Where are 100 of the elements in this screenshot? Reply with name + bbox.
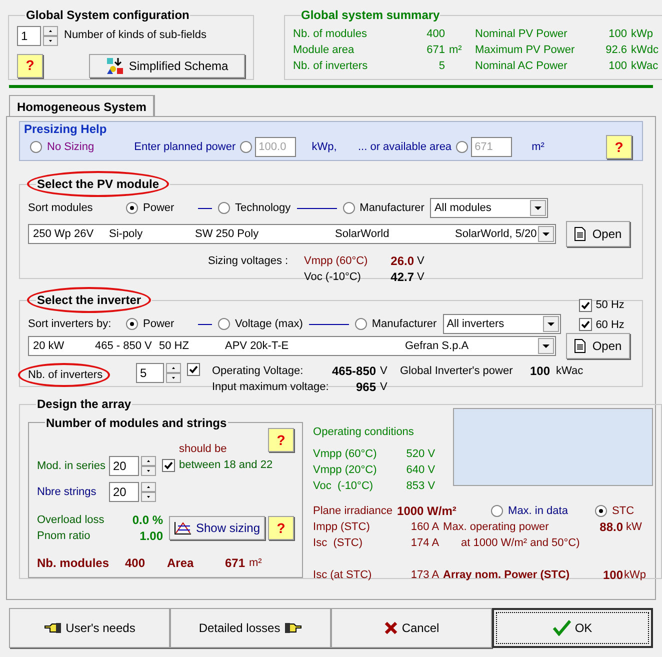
summary-label: Maximum PV Power — [475, 42, 576, 58]
spin-field[interactable]: 1 — [17, 26, 41, 46]
unit-label: kWp, — [312, 140, 338, 155]
ratio-label: Overload loss — [37, 513, 106, 528]
summary-title: Global system summary — [301, 8, 440, 22]
condition-value: 640 V — [405, 462, 436, 478]
section-title: Select the PV module — [27, 171, 170, 197]
summary-value: 100 — [608, 26, 627, 42]
unit-label: V — [416, 254, 426, 269]
help-button[interactable]: ? — [17, 54, 43, 78]
spin-arrows-icon[interactable] — [43, 26, 58, 46]
power-label: Global Inverter's power — [400, 364, 514, 379]
radio-button[interactable] — [126, 318, 138, 330]
summary-label: Nb. of modules — [293, 26, 368, 42]
dialog-button[interactable]: Cancel — [331, 608, 492, 648]
presizing-title: Presizing Help — [24, 122, 108, 136]
selection-dropdown[interactable]: 20 kW 465 - 850 V 50 HZ APV 20k-T-E Gefran S.p.A — [28, 336, 556, 356]
summary-value: 5 — [438, 58, 445, 74]
summary-label: Nb. of inverters — [293, 58, 369, 74]
filter-dropdown[interactable]: All inverters — [442, 314, 561, 334]
check-icon — [552, 620, 571, 636]
checkbox[interactable] — [578, 318, 592, 332]
spin-arrows-icon[interactable] — [166, 363, 181, 383]
total-label: Area — [167, 555, 195, 572]
current-value: 173 A — [410, 568, 440, 582]
checkbox[interactable] — [578, 298, 592, 312]
summary-value: 92.6 — [604, 42, 627, 58]
total-value: 400 — [124, 555, 145, 572]
radio-button[interactable] — [218, 318, 230, 330]
ratio-label: Pnom ratio — [37, 529, 92, 544]
sizing-label: Sizing voltages : — [208, 254, 290, 269]
radio-label: STC — [612, 504, 634, 518]
radio-button[interactable] — [342, 202, 355, 214]
chart-icon — [174, 521, 192, 535]
spin-arrows-icon[interactable] — [141, 456, 156, 476]
pointing-hand-icon — [44, 622, 62, 634]
checkbox[interactable] — [162, 458, 175, 472]
radio-button[interactable] — [491, 504, 504, 516]
condition-value: 520 V — [405, 446, 436, 462]
checkbox[interactable] — [187, 363, 200, 376]
sort-label: Sort modules — [28, 200, 94, 216]
total-value: 671 — [224, 555, 245, 572]
unit-label: kWp — [630, 26, 654, 42]
section-title: Global System configuration — [26, 7, 190, 24]
summary-label: Nominal PV Power — [475, 26, 568, 42]
radio-label: Max. in data — [508, 504, 568, 518]
radio-label: Power — [143, 316, 174, 332]
series-label: Mod. in series — [37, 458, 106, 474]
open-button[interactable]: Open — [566, 333, 630, 359]
voltage-value: 26.0 — [390, 253, 414, 269]
spin-arrows-icon[interactable] — [141, 482, 156, 502]
section-title: Number of modules and strings — [46, 414, 227, 432]
spin-field[interactable]: 20 — [109, 456, 139, 476]
help-button[interactable]: ? — [268, 516, 294, 540]
radio-label: Power — [143, 200, 174, 216]
tab[interactable]: Homogeneous System — [9, 95, 156, 117]
sort-label: Sort inverters by: — [28, 316, 112, 332]
power-label: Array nom. Power (STC) — [442, 568, 571, 582]
voltage-label: Vmpp (60°C) — [304, 254, 369, 269]
unit-label: m² — [532, 140, 546, 155]
diagram-icon — [106, 56, 124, 74]
current-label: Isc (at STC) — [313, 568, 373, 582]
dialog-button[interactable]: OK — [492, 608, 653, 648]
section-title: Select the inverter — [27, 287, 152, 313]
help-button[interactable]: ? — [606, 135, 632, 159]
radio-button[interactable] — [595, 504, 608, 516]
radio-button[interactable] — [354, 318, 367, 330]
radio-label: Manufacturer — [360, 200, 424, 216]
info-label: Input maximum voltage: — [212, 380, 330, 395]
radio-label: Manufacturer — [372, 316, 437, 332]
voltage-value: 42.7 — [390, 269, 414, 285]
current-value: 174 A — [410, 536, 440, 550]
selection-dropdown[interactable]: 250 Wp 26V Si-poly SW 250 Poly SolarWorld SolarWorld, 5/20 — [28, 224, 556, 244]
condition-label: Vmpp (20°C) — [313, 462, 378, 478]
summary-value: 100 — [608, 58, 627, 74]
radio-label: Technology — [235, 200, 291, 216]
radio-button[interactable] — [218, 202, 230, 214]
filter-dropdown[interactable]: All modules — [430, 198, 548, 218]
power-note: at 1000 W/m² and 50°C) — [460, 536, 581, 550]
dialog-button[interactable]: Detailed losses — [170, 608, 331, 648]
unit-label: V — [379, 364, 388, 379]
spin-field[interactable]: 20 — [109, 482, 139, 502]
spin-field[interactable]: 5 — [136, 363, 164, 383]
ratio-value: 0.0 % — [131, 512, 163, 528]
inverter-count-label: Nb. of inverters — [18, 363, 110, 387]
power-label: Max. operating power — [442, 520, 550, 534]
dialog-button[interactable]: User's needs — [9, 608, 170, 648]
simplified-schema-button[interactable]: Simplified Schema — [89, 54, 245, 78]
unit-label: kWp — [623, 568, 648, 582]
summary-value: 671 — [426, 42, 445, 58]
condition-label: Vmpp (60°C) — [313, 446, 378, 462]
ratio-value: 1.00 — [138, 528, 163, 544]
current-value: 160 A — [410, 520, 440, 534]
help-button[interactable]: ? — [268, 428, 294, 452]
radio-button[interactable] — [30, 141, 42, 153]
radio-button[interactable] — [126, 202, 138, 214]
open-button[interactable]: Open — [566, 221, 630, 247]
radio-label: No Sizing — [47, 140, 94, 155]
show-sizing-button[interactable]: Show sizing — [169, 516, 266, 540]
document-icon — [574, 227, 586, 241]
